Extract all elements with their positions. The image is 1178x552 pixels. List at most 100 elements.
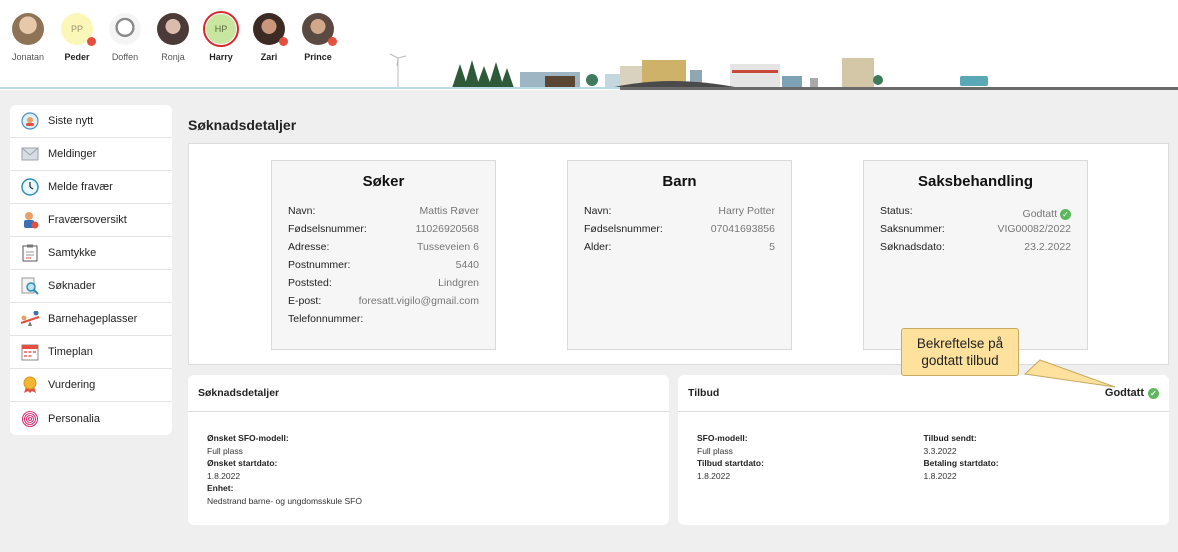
info-row: Poststed: Lindgren [288,277,479,295]
town-skyline-illustration [389,53,988,88]
panel-header: Søknadsdetaljer [188,375,669,412]
sidebar-item-label: Personalia [48,412,100,425]
sidebar-item-label: Søknader [48,280,96,292]
sidebar-item-label: Siste nytt [48,115,94,127]
row-value: 07041693856 [710,223,775,235]
child-prince[interactable]: Prince [288,13,348,62]
field-value: 3.3.2022 [923,445,957,456]
case-handling-card: Saksbehandling Status: Godtatt ✓ Saksnumm… [863,160,1088,350]
row-label: Fødselsnummer: [584,223,663,235]
field-value: 1.8.2022 [923,470,957,481]
card-title: Saksbehandling [917,173,1034,190]
search-document-icon [20,276,40,296]
info-row: Fødselsnummer: 11026920568 [288,223,479,241]
row-value: foresatt.vigilo@gmail.com [358,295,479,307]
avatar [157,13,189,45]
info-row: Saksnummer: VIG00082/2022 [880,223,1071,241]
child-card: Barn Navn: Harry Potter Fødselsnummer: 070… [567,160,792,350]
sidebar-item-label: Timeplan [48,346,93,358]
offer-column-right: Tilbud sendt: 3.3.2022 Betaling startdat… [924,432,1151,482]
row-label: Adresse: [288,241,330,253]
sidebar-item-barnehageplasser[interactable]: Barnehageplasser [10,303,172,336]
card-title: Barn [662,173,697,190]
envelope-icon [20,144,40,164]
field-label: Tilbud startdato: [697,458,764,468]
row-label: Fødselsnummer: [288,223,367,235]
field-label: SFO-modell: [697,433,748,443]
offer-status-text: Godtatt [1104,387,1144,399]
avatar [253,13,288,46]
row-label: Navn: [288,205,316,217]
top-bar: Jonatan PP Peder Doffen Ronja HP Harry Z… [0,0,1178,90]
sidebar-item-vurdering[interactable]: Vurdering [10,369,172,402]
notification-dot [328,37,337,46]
panel-header: Tilbud Godtatt ✓ [678,375,1169,412]
sidebar-item-soknader[interactable]: Søknader [10,270,172,303]
callout-line: godtatt tilbud [921,353,999,368]
offer-panel: Tilbud Godtatt ✓ SFO-modell: Full plass T… [678,375,1169,525]
field-label: Enhet: [207,483,234,493]
sidebar-item-meldinger[interactable]: Meldinger [10,138,172,171]
field-label: Ønsket SFO-modell: [207,433,289,443]
callout-note: Bekreftelse på godtatt tilbud [901,328,1019,376]
sidebar-item-label: Samtykke [48,247,97,259]
field-value: Full plass [697,445,733,456]
row-label: Status: [880,205,913,217]
fingerprint-icon [20,409,40,429]
row-value: Lindgren [438,277,479,289]
panel-body: SFO-modell: Full plass Tilbud startdato:… [678,412,1169,502]
row-label: Søknadsdato: [880,241,945,253]
avatar [12,13,44,45]
child-name: Prince [304,52,332,62]
row-label: Telefonnummer: [288,313,364,325]
status-row: Status: Godtatt ✓ [880,205,1071,223]
row-value: VIG00082/2022 [997,223,1071,235]
sidebar-item-melde-fravaer[interactable]: Melde fravær [10,171,172,204]
sidebar-item-timeplan[interactable]: Timeplan [10,336,172,369]
row-label: Saksnummer: [880,223,945,235]
row-label: Navn: [584,205,612,217]
field-label: Ønsket startdato: [207,458,278,468]
seesaw-icon [20,309,40,329]
panel-body: Ønsket SFO-modell: Full plass Ønsket sta… [188,412,669,527]
sidebar-item-label: Fraværsoversikt [48,214,127,226]
page-title: Søknadsdetaljer [188,117,297,133]
field-value: Nedstrand barne- og ungdomsskule SFO [207,495,362,506]
row-value: 5 [769,241,775,253]
row-value: Harry Potter [718,205,775,217]
consent-icon [20,243,40,263]
application-overview-panel: Søker Navn: Mattis Røver Fødselsnummer: 11… [188,143,1169,365]
field-label: Tilbud sendt: [923,433,977,443]
applicant-card: Søker Navn: Mattis Røver Fødselsnummer: 11… [271,160,496,350]
check-icon: ✓ [1148,387,1159,399]
row-label: Postnummer: [288,259,351,271]
sidebar-item-fravaersoversikt[interactable]: Fraværsoversikt [10,204,172,237]
row-label: E-post: [288,295,322,307]
news-icon [20,111,40,131]
sidebar-item-label: Melde fravær [48,181,113,193]
sidebar-item-label: Vurdering [48,379,96,391]
sidebar-menu: Siste nytt Meldinger Melde fravær Fravær… [10,105,172,435]
sidebar-item-samtykke[interactable]: Samtykke [10,237,172,270]
clock-icon [20,177,40,197]
sidebar-item-personalia[interactable]: Personalia [10,402,172,435]
offer-status: Godtatt ✓ [1105,387,1159,399]
offer-column-left: SFO-modell: Full plass Tilbud startdato:… [697,432,924,482]
sidebar-item-siste-nytt[interactable]: Siste nytt [10,105,172,138]
panel-title: Tilbud [688,387,720,399]
sidebar-item-label: Meldinger [48,148,97,160]
water-line [0,87,620,89]
row-value: 5440 [455,259,479,271]
row-value: 23.2.2022 [1024,241,1071,253]
info-row: E-post: foresatt.vigilo@gmail.com [288,295,479,313]
medal-icon [20,375,40,395]
info-row: Adresse: Tusseveien 6 [288,241,479,259]
absence-icon [20,210,40,230]
road-line [620,87,1178,90]
panel-title: Søknadsdetaljer [198,387,280,399]
sidebar-item-label: Barnehageplasser [48,313,138,325]
application-details-panel: Søknadsdetaljer Ønsket SFO-modell: Full … [188,375,669,525]
row-value: 11026920568 [415,223,479,235]
status-value: Godtatt ✓ [1023,205,1071,223]
info-row: Navn: Harry Potter [584,205,775,223]
